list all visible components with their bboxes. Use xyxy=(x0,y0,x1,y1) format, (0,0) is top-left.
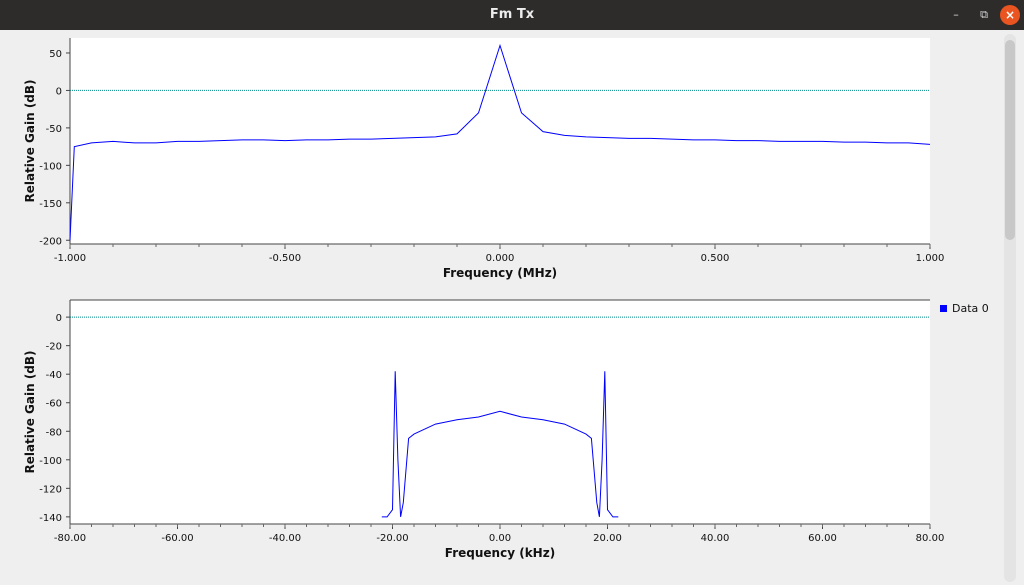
plot-area xyxy=(70,300,930,524)
x-tick-label: 20.00 xyxy=(593,533,622,544)
legend-label: Data 0 xyxy=(952,302,989,315)
x-axis-label: Frequency (kHz) xyxy=(445,546,555,560)
x-axis-label: Frequency (MHz) xyxy=(443,266,557,280)
y-axis-label: Relative Gain (dB) xyxy=(23,79,37,202)
x-tick-label: 1.000 xyxy=(916,253,945,264)
y-tick-label: -60 xyxy=(46,399,62,410)
plot-baseband-spectrum[interactable]: 0 -20 -40 -60 -80 -100 -120 -140 -80.00 -60.00 -40… xyxy=(0,290,1000,565)
y-axis-label: Relative Gain (dB) xyxy=(23,350,37,473)
legend-swatch xyxy=(940,305,947,312)
x-tick-label: 60.00 xyxy=(808,533,837,544)
x-tick-label: 0.00 xyxy=(489,533,511,544)
y-tick-label: -150 xyxy=(39,199,62,210)
x-tick-label: -20.00 xyxy=(376,533,408,544)
plot-wideband-spectrum[interactable]: 50 0 -50 -100 -150 -200 -1.000 -0.500 0.000 0.500… xyxy=(0,30,1000,285)
maximize-button[interactable]: ⧉ xyxy=(974,5,994,25)
y-tick-label: -40 xyxy=(46,370,62,381)
legend: Data 0 xyxy=(940,302,989,315)
x-tick-label: 0.500 xyxy=(701,253,730,264)
scrollbar-thumb[interactable] xyxy=(1005,40,1015,240)
x-tick-label: -1.000 xyxy=(54,253,86,264)
x-tick-label: -80.00 xyxy=(54,533,86,544)
x-tick-label: 40.00 xyxy=(701,533,730,544)
y-tick-label: -140 xyxy=(39,513,62,524)
y-tick-label: -100 xyxy=(39,456,62,467)
x-tick-label: 80.00 xyxy=(916,533,945,544)
title-bar: Fm Tx – ⧉ × xyxy=(0,0,1024,30)
y-tick-label: 0 xyxy=(56,86,62,97)
x-tick-label: -0.500 xyxy=(269,253,301,264)
window-title: Fm Tx xyxy=(489,7,535,22)
y-tick-label: -120 xyxy=(39,484,62,495)
x-tick-label: -60.00 xyxy=(161,533,193,544)
y-tick-label: -50 xyxy=(46,124,62,135)
minimize-button[interactable]: – xyxy=(946,5,966,25)
y-tick-label: 50 xyxy=(49,49,62,60)
x-tick-label: -40.00 xyxy=(269,533,301,544)
y-tick-label: -100 xyxy=(39,161,62,172)
close-button[interactable]: × xyxy=(1000,5,1020,25)
y-tick-label: -200 xyxy=(39,236,62,247)
x-tick-label: 0.000 xyxy=(486,253,515,264)
y-tick-label: -80 xyxy=(46,427,62,438)
y-tick-label: -20 xyxy=(46,342,62,353)
y-tick-label: 0 xyxy=(56,313,62,324)
